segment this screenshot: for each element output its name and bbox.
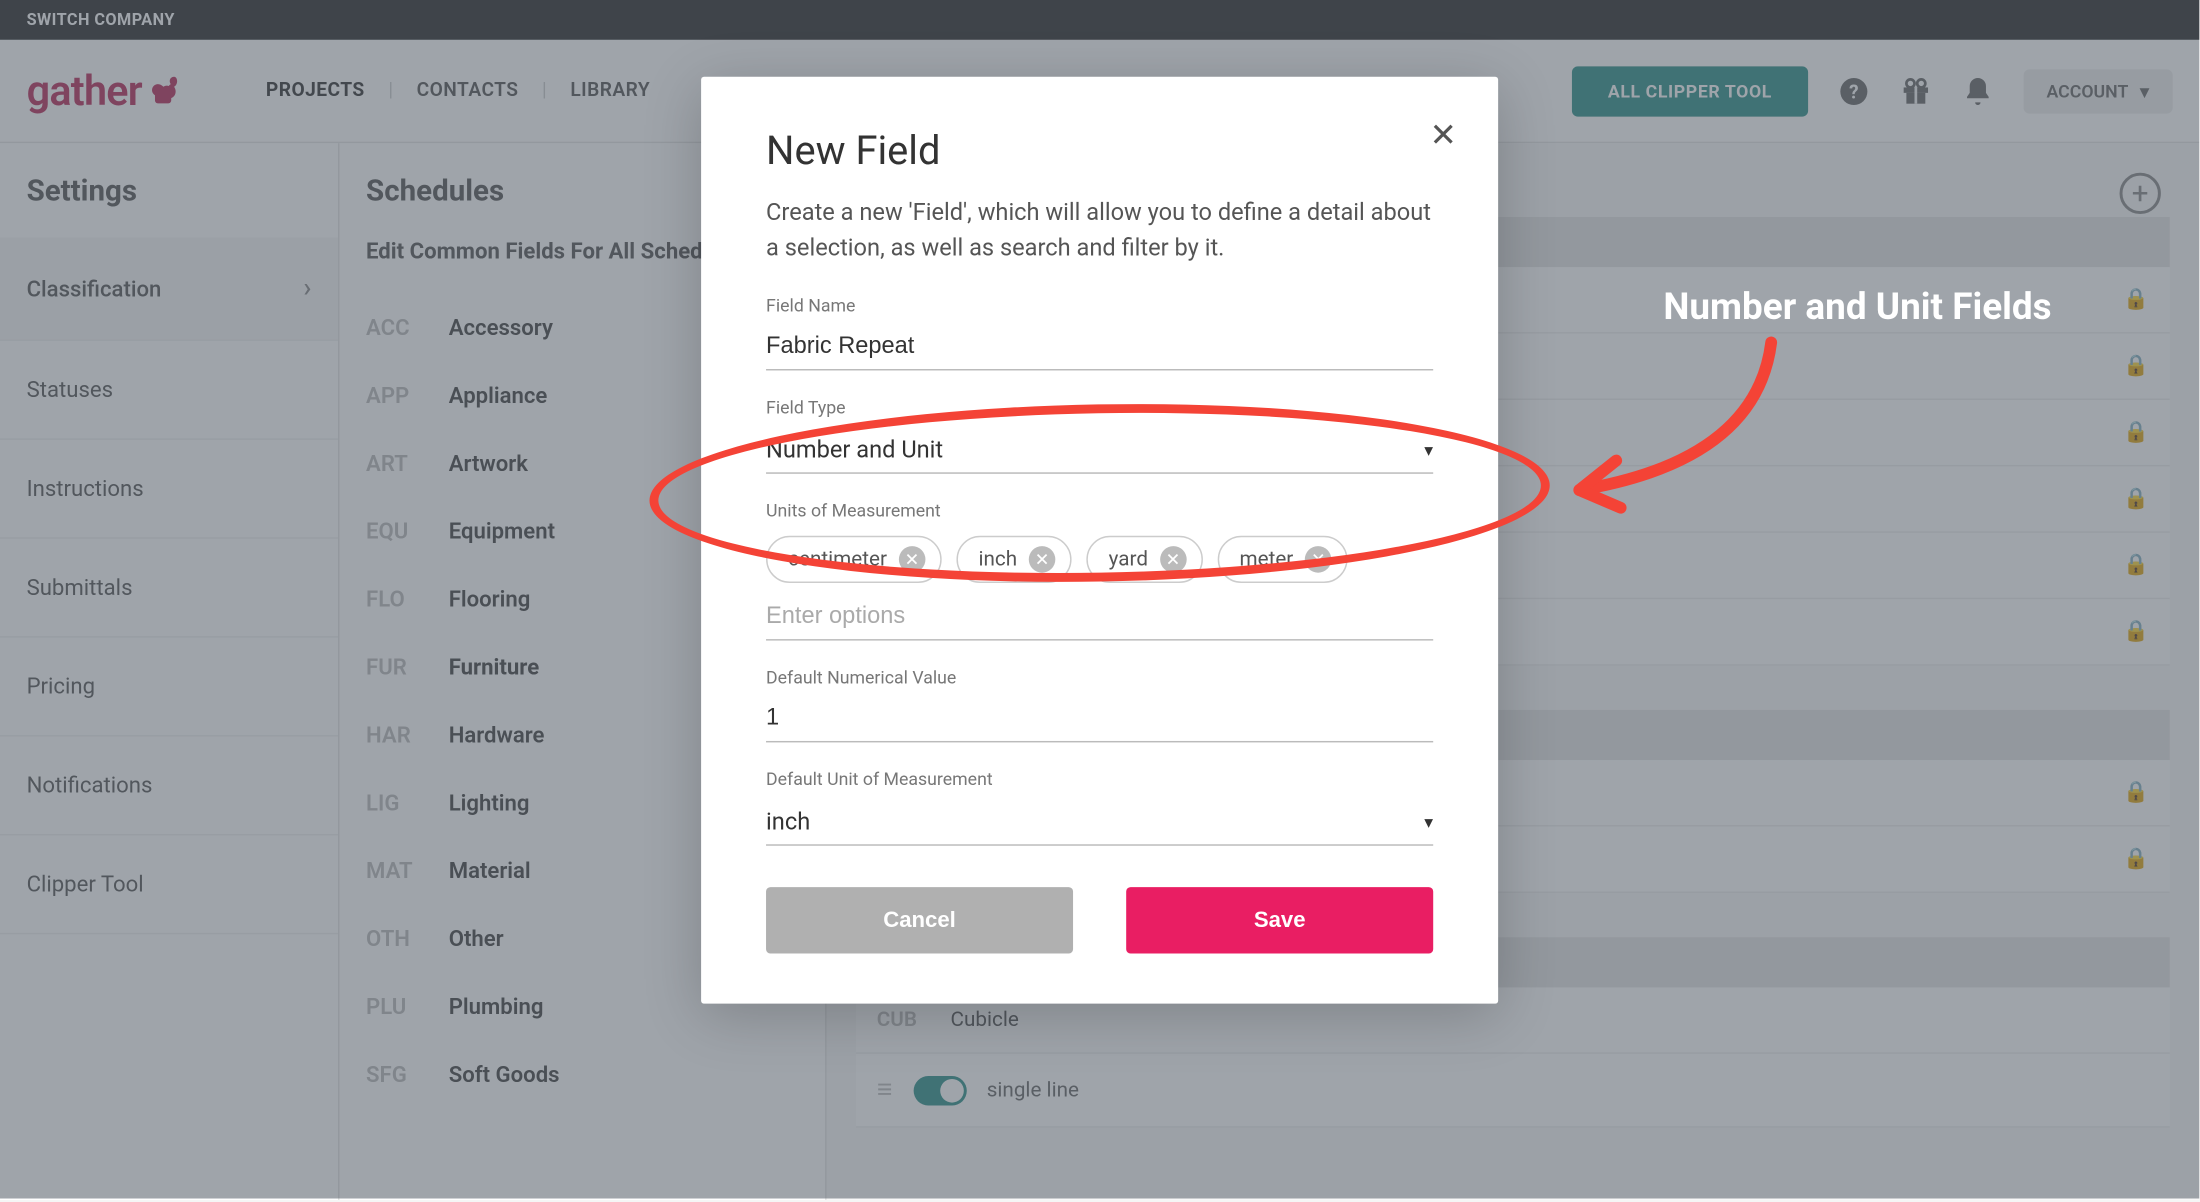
annotation-label: Number and Unit Fields: [1663, 286, 2051, 329]
annotation-arrow-icon: [1550, 328, 1786, 520]
units-input[interactable]: [766, 595, 1433, 641]
new-field-modal: ✕ New Field Create a new 'Field', which …: [701, 77, 1498, 1004]
field-name-label: Field Name: [766, 295, 1433, 316]
modal-title: New Field: [766, 127, 1433, 174]
unit-chip: yard✕: [1086, 536, 1202, 583]
field-type-select[interactable]: Number and Unit ▾: [766, 427, 1433, 474]
remove-chip-icon[interactable]: ✕: [899, 546, 926, 573]
field-type-label: Field Type: [766, 397, 1433, 418]
remove-chip-icon[interactable]: ✕: [1305, 546, 1332, 573]
default-unit-select[interactable]: inch ▾: [766, 799, 1433, 846]
unit-chip: inch✕: [956, 536, 1071, 583]
default-num-label: Default Numerical Value: [766, 667, 1433, 688]
modal-overlay: ✕ New Field Create a new 'Field', which …: [0, 0, 2199, 1199]
modal-buttons: Cancel Save: [766, 887, 1433, 953]
default-num-input[interactable]: [766, 697, 1433, 743]
unit-chip: centimeter✕: [766, 536, 942, 583]
chevron-down-icon: ▾: [1424, 439, 1433, 460]
close-icon[interactable]: ✕: [1430, 118, 1457, 155]
save-button[interactable]: Save: [1126, 887, 1433, 953]
remove-chip-icon[interactable]: ✕: [1160, 546, 1187, 573]
field-name-input[interactable]: [766, 325, 1433, 371]
modal-description: Create a new 'Field', which will allow y…: [766, 195, 1433, 266]
unit-chip: meter✕: [1217, 536, 1348, 583]
chevron-down-icon: ▾: [1424, 811, 1433, 832]
default-unit-label: Default Unit of Measurement: [766, 769, 1433, 790]
units-label: Units of Measurement: [766, 500, 1433, 521]
remove-chip-icon[interactable]: ✕: [1029, 546, 1056, 573]
cancel-button[interactable]: Cancel: [766, 887, 1073, 953]
units-chips: centimeter✕ inch✕ yard✕ meter✕: [766, 536, 1433, 583]
